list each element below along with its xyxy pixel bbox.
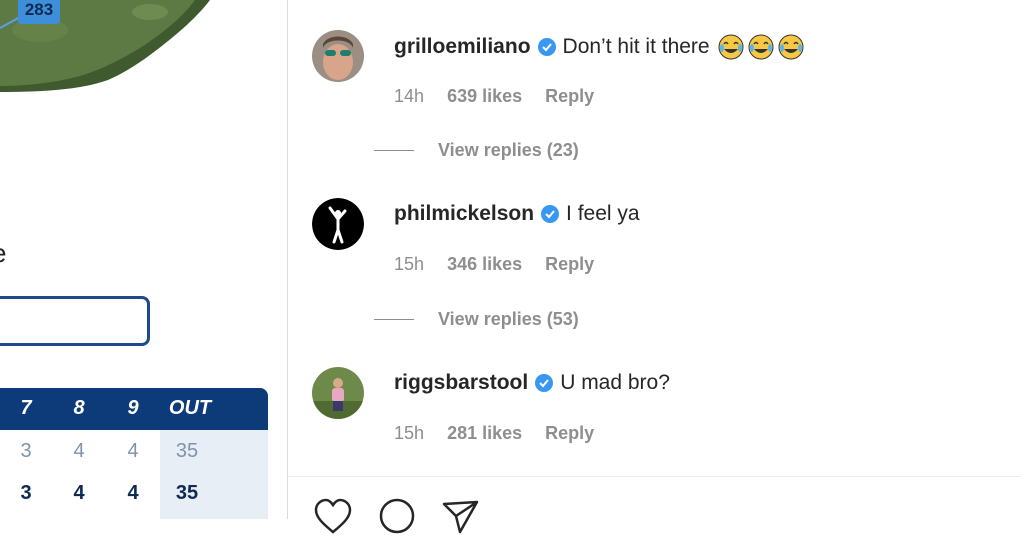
comment-time[interactable]: 14h xyxy=(394,86,424,106)
avatar[interactable] xyxy=(312,367,364,419)
score-total: 35 xyxy=(175,482,199,504)
verified-badge-icon xyxy=(537,37,557,57)
par-total: 35 xyxy=(175,440,199,462)
reply-button[interactable]: Reply xyxy=(545,254,594,274)
verified-badge-icon xyxy=(540,204,560,224)
comment-text: Don’t hit it there xyxy=(562,35,710,58)
avatar[interactable] xyxy=(312,30,364,82)
comment-username[interactable]: riggsbarstool xyxy=(394,371,528,395)
tears-of-joy-emoji-icon xyxy=(718,34,744,60)
comment-username[interactable]: grilloemiliano xyxy=(394,35,531,59)
comment-text: U mad bro? xyxy=(560,371,670,394)
comments-panel: grilloemiliano Don’t hit it there 14h 63… xyxy=(288,0,1021,534)
reply-button[interactable]: Reply xyxy=(545,423,594,443)
view-replies-label: View replies (23) xyxy=(438,140,579,160)
comment-time[interactable]: 15h xyxy=(394,423,424,443)
comment-meta: 15h 281 likes Reply xyxy=(394,423,612,444)
view-replies-button[interactable]: View replies (23) xyxy=(374,140,579,161)
share-icon[interactable] xyxy=(442,498,480,536)
view-replies-button[interactable]: View replies (53) xyxy=(374,309,579,330)
comment-time[interactable]: 15h xyxy=(394,254,424,274)
verified-badge-icon xyxy=(534,373,554,393)
score-value: 4 xyxy=(73,482,85,504)
golf-scorecard-panel: 283 e 7 8 9 OUT 3 4 4 35 3 4 4 35 xyxy=(0,0,288,519)
heart-icon[interactable] xyxy=(314,498,352,536)
comment-likes[interactable]: 639 likes xyxy=(447,86,522,106)
score-value: 4 xyxy=(127,482,139,504)
comment-likes[interactable]: 346 likes xyxy=(447,254,522,274)
tears-of-joy-emoji-icon xyxy=(778,34,804,60)
partial-heading: e xyxy=(0,238,6,269)
par-value: 3 xyxy=(20,440,32,462)
par-value: 4 xyxy=(73,440,85,462)
avatar[interactable] xyxy=(312,198,364,250)
comment-likes[interactable]: 281 likes xyxy=(447,423,522,443)
replies-divider xyxy=(374,150,414,151)
replies-divider xyxy=(374,319,414,320)
par-value: 4 xyxy=(127,440,139,462)
reply-button[interactable]: Reply xyxy=(545,86,594,106)
actions-divider xyxy=(288,476,1021,477)
comment-icon[interactable] xyxy=(378,498,416,536)
comment-text: I feel ya xyxy=(566,202,640,225)
search-input[interactable] xyxy=(0,296,150,346)
comment-meta: 14h 639 likes Reply xyxy=(394,86,612,107)
hole-number: 7 xyxy=(20,397,32,419)
out-label: OUT xyxy=(168,397,212,419)
tears-of-joy-emoji-icon xyxy=(748,34,774,60)
comment-username[interactable]: philmickelson xyxy=(394,202,534,226)
hole-number: 8 xyxy=(73,397,85,419)
view-replies-label: View replies (53) xyxy=(438,309,579,329)
score-value: 3 xyxy=(20,482,32,504)
yardage-badge: 283 xyxy=(18,0,60,24)
hole-number: 9 xyxy=(127,397,139,419)
comment-meta: 15h 346 likes Reply xyxy=(394,254,612,275)
